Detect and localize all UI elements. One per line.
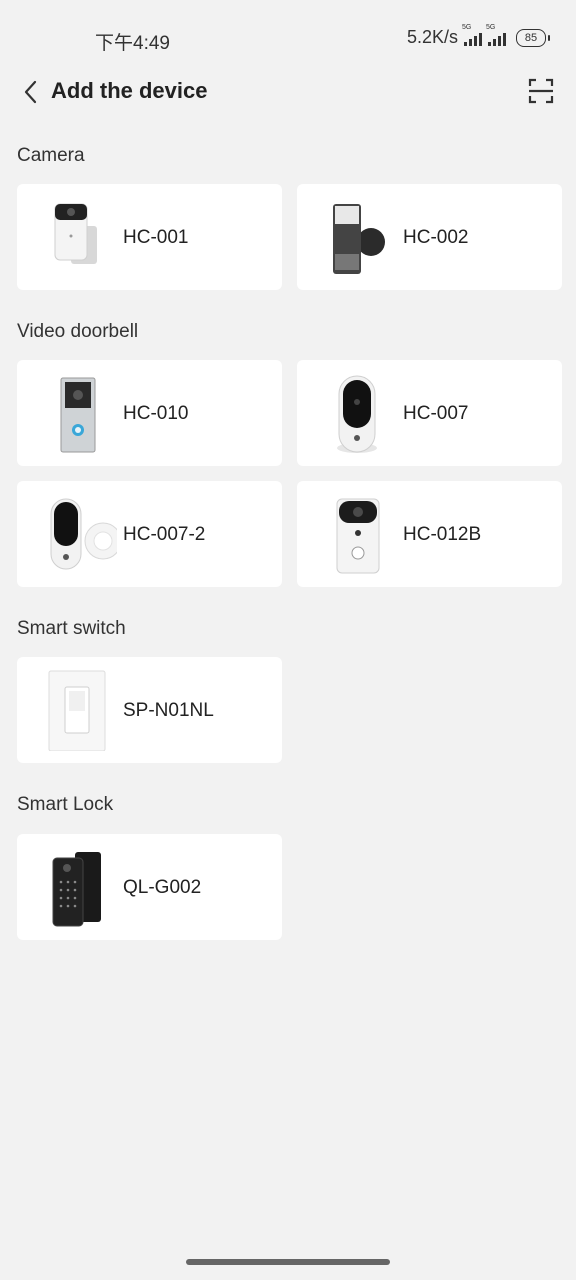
lock-thumbnail [52, 852, 101, 927]
doorbell-chime-thumbnail [50, 498, 117, 570]
doorbell-thumbnail [60, 377, 96, 453]
camera-thumbnail [333, 204, 385, 274]
device-card-hc-012b[interactable]: HC-012B [297, 481, 562, 587]
doorbell-thumbnail [337, 375, 377, 453]
switch-thumbnail [48, 670, 106, 751]
network-speed: 5.2K/s [406, 27, 458, 47]
device-card-ql-g002[interactable]: QL-G002 [17, 834, 282, 940]
section-title-smart-switch: Smart switch [17, 618, 126, 639]
status-time: 下午4:49 [95, 33, 170, 54]
app-header: Add the device [0, 70, 576, 114]
device-name: HC-007 [403, 403, 469, 424]
section-title-smart-lock: Smart Lock [17, 794, 114, 815]
device-name: QL-G002 [123, 877, 202, 898]
device-card-hc-007[interactable]: HC-007 [297, 360, 562, 466]
signal-icon-2: 5G [486, 24, 506, 46]
device-name: HC-002 [403, 227, 469, 248]
page-title: Add the device [51, 78, 208, 103]
device-card-hc-001[interactable]: HC-001 [17, 184, 282, 290]
battery-icon: 85 [516, 28, 550, 47]
device-name: SP-N01NL [123, 700, 214, 721]
device-card-sp-n01nl[interactable]: SP-N01NL [17, 657, 282, 763]
home-indicator[interactable] [186, 1259, 390, 1265]
doorbell-thumbnail [336, 498, 380, 574]
chevron-left-icon [24, 80, 37, 104]
scan-button[interactable] [528, 77, 554, 105]
signal-icon: 5G [462, 24, 482, 46]
device-name: HC-010 [123, 403, 189, 424]
status-indicators: 5.2K/s 5G 5G 85 [406, 24, 550, 48]
device-card-hc-010[interactable]: HC-010 [17, 360, 282, 466]
device-name: HC-007-2 [123, 524, 206, 545]
section-title-video-doorbell: Video doorbell [17, 321, 139, 342]
scan-icon [528, 78, 554, 104]
back-button[interactable] [20, 78, 44, 106]
device-name: HC-012B [403, 524, 482, 545]
camera-thumbnail [54, 203, 97, 264]
device-card-hc-007-2[interactable]: HC-007-2 [17, 481, 282, 587]
status-bar: 下午4:49 5.2K/s 5G 5G 85 [0, 0, 576, 76]
section-title-camera: Camera [17, 145, 85, 166]
device-card-hc-002[interactable]: HC-002 [297, 184, 562, 290]
device-name: HC-001 [123, 227, 189, 248]
